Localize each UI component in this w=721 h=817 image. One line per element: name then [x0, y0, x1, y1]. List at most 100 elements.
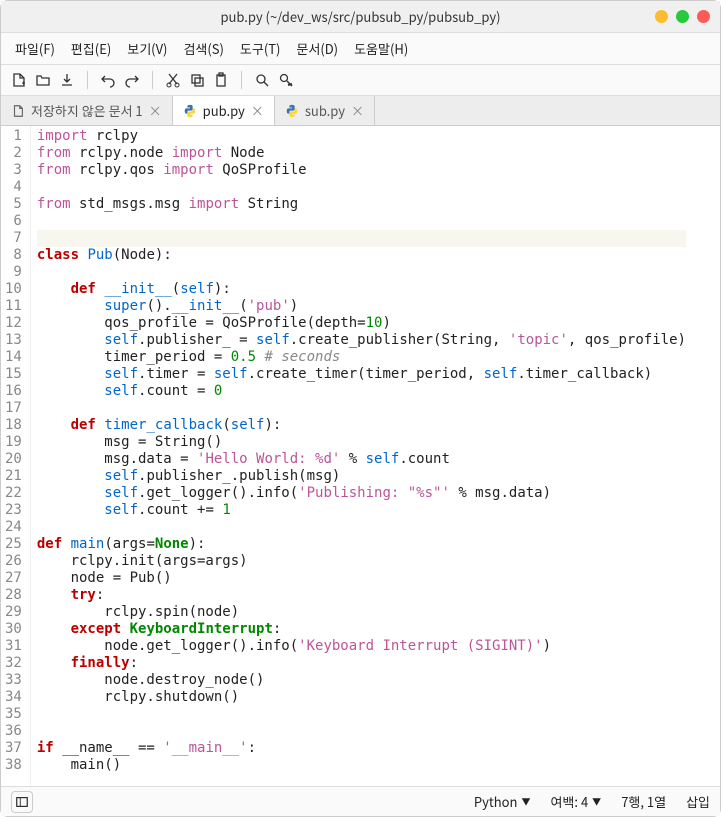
code-line[interactable]	[37, 264, 686, 281]
side-panel-toggle[interactable]	[11, 791, 33, 813]
code-line[interactable]: self.publisher_.publish(msg)	[37, 468, 686, 485]
code-line[interactable]: timer_period = 0.5 # seconds	[37, 349, 686, 366]
code-line[interactable]: qos_profile = QoSProfile(depth=10)	[37, 315, 686, 332]
save-button[interactable]	[57, 70, 77, 90]
line-number: 28	[5, 587, 22, 604]
line-number: 12	[5, 315, 22, 332]
tab-label: 저장하지 않은 문서 1	[31, 101, 143, 120]
paste-button[interactable]	[211, 70, 231, 90]
undo-button[interactable]	[98, 70, 118, 90]
chevron-down-icon: ▼	[592, 795, 601, 808]
code-area[interactable]: import rclpyfrom rclpy.node import Nodef…	[31, 126, 692, 786]
open-file-button[interactable]	[33, 70, 53, 90]
code-line[interactable]: import rclpy	[37, 128, 686, 145]
tab--1[interactable]: 저장하지 않은 문서 1 ×	[1, 96, 173, 125]
code-line[interactable]	[37, 723, 686, 740]
code-line[interactable]: node.destroy_node()	[37, 672, 686, 689]
code-line[interactable]: self.count = 0	[37, 383, 686, 400]
code-line[interactable]: if __name__ == '__main__':	[37, 740, 686, 757]
tab-pub-py[interactable]: pub.py×	[173, 96, 275, 125]
python-icon	[285, 104, 299, 118]
titlebar: pub.py (~/dev_ws/src/pubsub_py/pubsub_py…	[1, 1, 720, 33]
insert-mode[interactable]: 삽입	[686, 792, 710, 811]
editor[interactable]: 1234567891011121314151617181920212223242…	[1, 126, 720, 786]
toolbar-separator	[87, 71, 88, 89]
code-line[interactable]: rclpy.spin(node)	[37, 604, 686, 621]
menu-file[interactable]: 파일(F)	[9, 37, 61, 60]
line-number: 33	[5, 672, 22, 689]
menu-view[interactable]: 보기(V)	[121, 37, 173, 60]
line-number: 1	[5, 128, 22, 145]
code-line[interactable]: main()	[37, 757, 686, 774]
line-number: 15	[5, 366, 22, 383]
line-number: 34	[5, 689, 22, 706]
code-line[interactable]: except KeyboardInterrupt:	[37, 621, 686, 638]
new-file-button[interactable]	[9, 70, 29, 90]
code-line[interactable]: node.get_logger().info('Keyboard Interru…	[37, 638, 686, 655]
code-line[interactable]: msg.data = 'Hello World: %d' % self.coun…	[37, 451, 686, 468]
find-button[interactable]	[252, 70, 272, 90]
code-line[interactable]	[37, 400, 686, 417]
code-line[interactable]: node = Pub()	[37, 570, 686, 587]
tab-sub-py[interactable]: sub.py ×	[275, 96, 375, 125]
menu-documents[interactable]: 문서(D)	[290, 37, 344, 60]
code-line[interactable]: rclpy.init(args=args)	[37, 553, 686, 570]
code-line[interactable]: def main(args=None):	[37, 536, 686, 553]
code-line[interactable]: super().__init__('pub')	[37, 298, 686, 315]
document-icon	[11, 104, 25, 118]
line-number: 23	[5, 502, 22, 519]
code-line[interactable]: from rclpy.qos import QoSProfile	[37, 162, 686, 179]
code-line[interactable]: self.count += 1	[37, 502, 686, 519]
menu-edit[interactable]: 편집(E)	[65, 37, 117, 60]
code-line[interactable]	[37, 519, 686, 536]
toolbar	[1, 65, 720, 96]
menu-search[interactable]: 검색(S)	[177, 37, 229, 60]
copy-button[interactable]	[187, 70, 207, 90]
close-icon[interactable]: ×	[251, 101, 264, 120]
code-line[interactable]: self.timer = self.create_timer(timer_per…	[37, 366, 686, 383]
code-line[interactable]	[37, 706, 686, 723]
close-icon[interactable]: ×	[351, 101, 364, 120]
tab-label: sub.py	[305, 101, 345, 120]
line-number: 22	[5, 485, 22, 502]
language-selector[interactable]: Python ▼	[474, 792, 531, 811]
code-line[interactable]: from std_msgs.msg import String	[37, 196, 686, 213]
tabwidth-selector[interactable]: 여백: 4 ▼	[551, 792, 602, 811]
line-number: 24	[5, 519, 22, 536]
toolbar-separator	[152, 71, 153, 89]
code-line[interactable]	[37, 179, 686, 196]
cut-button[interactable]	[163, 70, 183, 90]
minimize-button[interactable]	[655, 10, 668, 23]
window-controls	[655, 10, 710, 23]
code-line[interactable]: try:	[37, 587, 686, 604]
toolbar-separator	[241, 71, 242, 89]
code-line[interactable]: self.get_logger().info('Publishing: "%s"…	[37, 485, 686, 502]
close-button[interactable]	[697, 10, 710, 23]
code-line[interactable]: class Pub(Node):	[37, 247, 686, 264]
line-number: 25	[5, 536, 22, 553]
close-icon[interactable]: ×	[149, 101, 162, 120]
line-number: 20	[5, 451, 22, 468]
code-line[interactable]	[37, 213, 686, 230]
statusbar: Python ▼ 여백: 4 ▼ 7행, 1열 삽입	[1, 786, 720, 816]
line-number: 32	[5, 655, 22, 672]
menu-help[interactable]: 도움말(H)	[348, 37, 414, 60]
line-number: 35	[5, 706, 22, 723]
code-line[interactable]	[37, 230, 686, 247]
line-number: 31	[5, 638, 22, 655]
code-line[interactable]: def __init__(self):	[37, 281, 686, 298]
code-line[interactable]: msg = String()	[37, 434, 686, 451]
menu-tools[interactable]: 도구(T)	[234, 37, 287, 60]
code-line[interactable]: self.publisher_ = self.create_publisher(…	[37, 332, 686, 349]
python-icon	[183, 104, 197, 118]
redo-button[interactable]	[122, 70, 142, 90]
maximize-button[interactable]	[676, 10, 689, 23]
code-line[interactable]: from rclpy.node import Node	[37, 145, 686, 162]
code-line[interactable]: rclpy.shutdown()	[37, 689, 686, 706]
line-number: 10	[5, 281, 22, 298]
code-line[interactable]: finally:	[37, 655, 686, 672]
code-line[interactable]: def timer_callback(self):	[37, 417, 686, 434]
line-number: 36	[5, 723, 22, 740]
find-replace-button[interactable]	[276, 70, 296, 90]
window-title: pub.py (~/dev_ws/src/pubsub_py/pubsub_py…	[220, 7, 500, 26]
